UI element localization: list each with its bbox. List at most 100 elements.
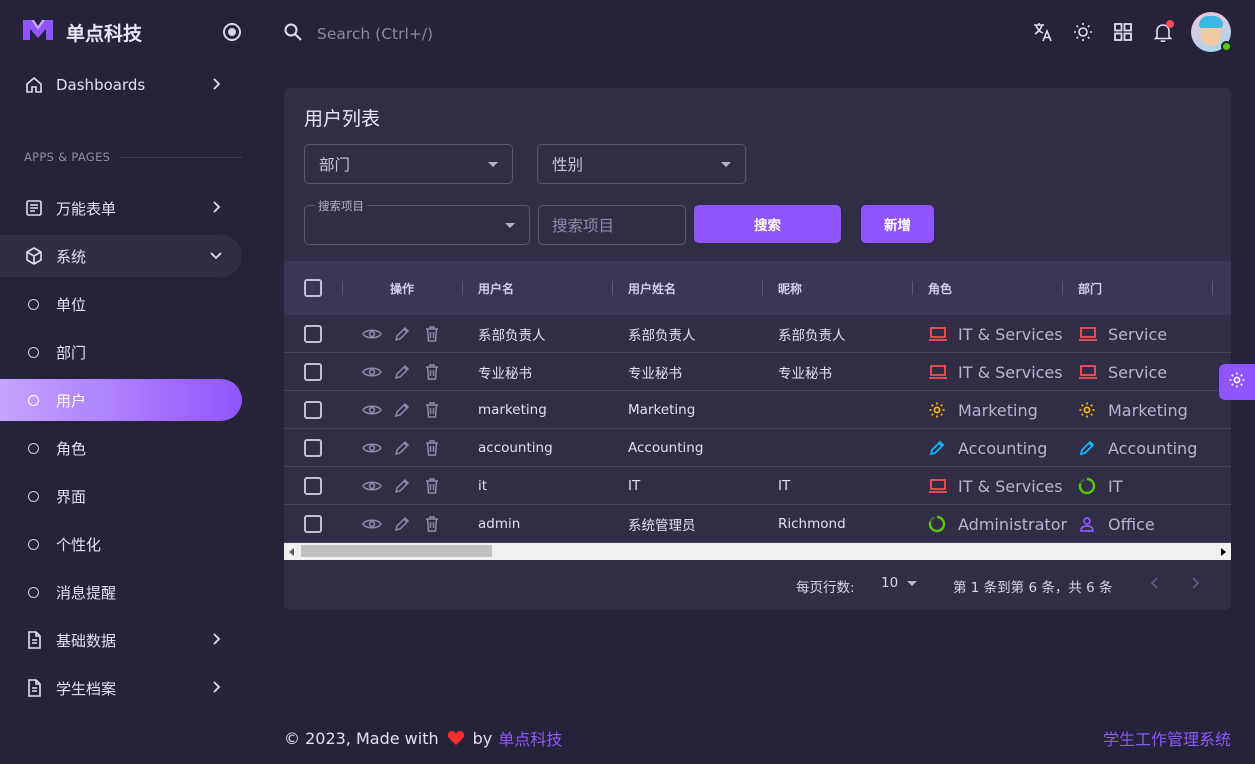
edit-pencil-icon[interactable] (392, 324, 412, 344)
table-row[interactable]: it IT IT IT & Services IT (284, 467, 1231, 505)
view-eye-icon[interactable] (362, 400, 382, 420)
view-eye-icon[interactable] (362, 438, 382, 458)
chevron-down-icon (208, 247, 224, 267)
column-header-role[interactable]: 角色 (928, 261, 952, 315)
cube-icon (24, 246, 44, 266)
edit-pencil-icon[interactable] (392, 476, 412, 496)
gender-filter-select[interactable]: 性别 (537, 144, 746, 184)
search-input[interactable]: 搜索项目 (538, 205, 686, 245)
page-title: 用户列表 (304, 108, 381, 130)
sidebar-item-label: 部门 (56, 343, 87, 362)
sidebar-item-forms[interactable]: 万能表单 (0, 187, 242, 229)
department-filter-select[interactable]: 部门 (304, 144, 513, 184)
scrollbar-thumb[interactable] (301, 545, 492, 557)
circle-icon (28, 442, 39, 454)
select-all-checkbox[interactable] (304, 279, 322, 297)
table-row[interactable]: admin 系统管理员 Richmond Administrator Offic… (284, 505, 1231, 543)
avatar[interactable] (1191, 12, 1232, 52)
sidebar-item-interface[interactable]: 界面 (0, 475, 242, 517)
edit-pencil-icon[interactable] (392, 362, 412, 382)
brand[interactable]: 单点科技 (22, 18, 142, 46)
edit-pencil-icon[interactable] (392, 438, 412, 458)
table-row[interactable]: marketing Marketing Marketing Marketing (284, 391, 1231, 429)
department-label: Service (1108, 324, 1168, 344)
column-header-department[interactable]: 部门 (1078, 261, 1102, 315)
row-checkbox[interactable] (304, 401, 322, 419)
next-page-icon[interactable] (1188, 576, 1202, 594)
column-header-fullname[interactable]: 用户姓名 (628, 261, 676, 315)
delete-trash-icon[interactable] (422, 514, 442, 534)
sidebar-item-base-data[interactable]: 基础数据 (0, 619, 242, 661)
sidebar-item-dashboards[interactable]: Dashboards (0, 64, 242, 106)
add-button[interactable]: 新增 (861, 205, 934, 243)
sidebar-item-notifications[interactable]: 消息提醒 (0, 571, 242, 613)
view-eye-icon[interactable] (362, 362, 382, 382)
view-eye-icon[interactable] (362, 324, 382, 344)
heart-icon (447, 730, 465, 746)
delete-trash-icon[interactable] (422, 438, 442, 458)
company-link[interactable]: 单点科技 (498, 726, 562, 750)
row-checkbox[interactable] (304, 325, 322, 343)
column-header-nickname[interactable]: 昵称 (778, 261, 802, 315)
table-row[interactable]: accounting Accounting Accounting Account… (284, 429, 1231, 467)
sidebar-item-personalize[interactable]: 个性化 (0, 523, 242, 565)
sidebar-pin-toggle[interactable] (223, 23, 241, 41)
document-icon (24, 678, 44, 698)
table-row[interactable]: 系部负责人 系部负责人 系部负责人 IT & Services Service (284, 315, 1231, 353)
role-label: IT & Services (958, 362, 1063, 382)
cell-role: IT & Services (928, 353, 1063, 391)
sidebar-item-student-files[interactable]: 学生档案 (0, 667, 242, 709)
view-eye-icon[interactable] (362, 476, 382, 496)
sidebar-item-system[interactable]: 系统 (0, 235, 242, 277)
column-separator (912, 281, 913, 295)
column-header-username[interactable]: 用户名 (478, 261, 514, 315)
row-checkbox[interactable] (304, 363, 322, 381)
cell-nickname: Richmond (778, 516, 846, 532)
system-name-link[interactable]: 学生工作管理系统 (1103, 726, 1231, 750)
sidebar-item-department[interactable]: 部门 (0, 331, 242, 373)
search-field-select[interactable]: 搜索项目 (304, 198, 530, 245)
sidebar-item-unit[interactable]: 单位 (0, 283, 242, 325)
delete-trash-icon[interactable] (422, 324, 442, 344)
role-label: IT & Services (958, 476, 1063, 496)
scroll-right-arrow-icon[interactable] (1221, 548, 1226, 556)
search-placeholder: Search (Ctrl+/) (317, 25, 434, 43)
sidebar-item-label: 界面 (56, 487, 87, 506)
settings-fab[interactable] (1219, 364, 1255, 400)
search-button[interactable]: 搜索 (694, 205, 841, 243)
chevron-right-icon (208, 76, 224, 96)
edit-pencil-icon[interactable] (392, 514, 412, 534)
translate-icon[interactable] (1023, 12, 1063, 52)
search-input-placeholder: 搜索项目 (552, 217, 615, 235)
cell-nickname: 系部负责人 (778, 328, 846, 344)
view-eye-icon[interactable] (362, 514, 382, 534)
column-separator (1062, 281, 1063, 295)
delete-trash-icon[interactable] (422, 476, 442, 496)
cell-fullname: 专业秘书 (628, 366, 682, 382)
column-header-actions[interactable]: 操作 (390, 261, 414, 315)
cell-username: marketing (478, 402, 547, 418)
row-checkbox[interactable] (304, 515, 322, 533)
search-bar[interactable]: Search (Ctrl+/) (283, 22, 433, 46)
row-checkbox[interactable] (304, 477, 322, 495)
cell-username: admin (478, 516, 521, 532)
edit-pencil-icon[interactable] (392, 400, 412, 420)
table-row[interactable]: 专业秘书 专业秘书 专业秘书 IT & Services Service (284, 353, 1231, 391)
rows-per-page-select[interactable]: 10 (881, 575, 918, 591)
apps-grid-icon[interactable] (1103, 12, 1143, 52)
department-label: Service (1108, 362, 1168, 382)
horizontal-scrollbar[interactable] (284, 543, 1231, 560)
row-checkbox[interactable] (304, 439, 322, 457)
online-status-dot (1221, 41, 1232, 52)
logo-icon (22, 18, 54, 46)
delete-trash-icon[interactable] (422, 362, 442, 382)
delete-trash-icon[interactable] (422, 400, 442, 420)
theme-sun-icon[interactable] (1063, 12, 1103, 52)
bell-icon[interactable] (1143, 12, 1183, 52)
sidebar-item-role[interactable]: 角色 (0, 427, 242, 469)
prev-page-icon[interactable] (1148, 576, 1162, 594)
document-icon (24, 630, 44, 650)
cell-username: 专业秘书 (478, 366, 532, 382)
sidebar-item-user[interactable]: 用户 (0, 379, 242, 421)
scroll-left-arrow-icon[interactable] (289, 548, 294, 556)
